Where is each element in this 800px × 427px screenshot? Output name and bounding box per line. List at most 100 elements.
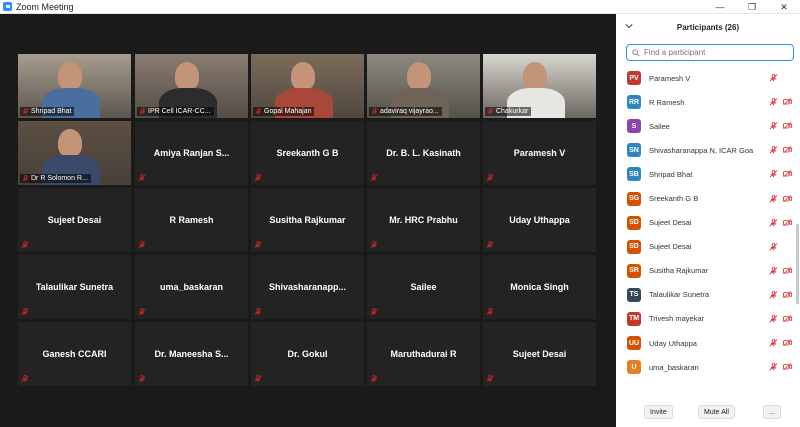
mic-muted-icon[interactable]	[769, 194, 778, 203]
mic-muted-icon	[371, 108, 378, 115]
participant-tile-name: Dr. Gokul	[287, 349, 328, 359]
participant-row[interactable]: UU Uday Uthappa	[616, 331, 800, 355]
participant-row[interactable]: Uuma_baskaran	[616, 355, 800, 379]
participant-video-figure	[523, 62, 547, 90]
participant-row[interactable]: SD Sujeet Desai	[616, 211, 800, 235]
panel-title: Participants (26)	[676, 22, 740, 32]
participant-status-icons	[769, 146, 792, 154]
participant-tile[interactable]: Sreekanth G B	[251, 121, 364, 185]
mic-muted-icon[interactable]	[769, 242, 778, 251]
scrollbar[interactable]	[796, 224, 799, 304]
participant-tile-name: Dr. Maneesha S...	[154, 349, 229, 359]
participant-tile[interactable]: Talaulikar Sunetra	[18, 255, 131, 319]
video-off-icon[interactable]	[783, 218, 792, 227]
participant-tile[interactable]: Amiya Ranjan S...	[135, 121, 248, 185]
close-button[interactable]: ✕	[768, 0, 800, 14]
video-tile-name: Shripad Bhat	[31, 108, 72, 115]
participant-tile[interactable]: Mr. HRC Prabhu	[367, 188, 480, 252]
participant-status-icons	[769, 290, 792, 299]
mic-muted-icon[interactable]	[769, 266, 778, 275]
video-off-icon[interactable]	[783, 339, 792, 347]
video-tile-label: Gopal Mahajan	[253, 107, 315, 116]
chevron-down-icon[interactable]	[625, 22, 633, 30]
participant-video-figure	[407, 62, 431, 90]
participant-row[interactable]: TS Talaulikar Sunetra	[616, 283, 800, 307]
video-off-icon[interactable]	[783, 170, 792, 178]
participant-tile[interactable]: uma_baskaran	[135, 255, 248, 319]
video-off-icon[interactable]	[783, 122, 792, 130]
participant-name: Susitha Rajkumar	[649, 266, 709, 276]
mic-muted-icon	[22, 108, 29, 115]
mute-all-button[interactable]: Mute All	[698, 405, 735, 419]
participant-row[interactable]: TM Trivesh mayekar	[616, 307, 800, 331]
video-off-icon[interactable]	[783, 266, 792, 275]
participant-tile[interactable]: Sujeet Desai	[18, 188, 131, 252]
participant-tile[interactable]: Dr. Gokul	[251, 322, 364, 386]
participant-tile[interactable]: Monica Singh	[483, 255, 596, 319]
participant-tile[interactable]: Shivasharanapp...	[251, 255, 364, 319]
mic-muted-icon[interactable]	[769, 170, 778, 178]
participant-tile[interactable]: Uday Uthappa	[483, 188, 596, 252]
video-off-icon[interactable]	[783, 363, 792, 371]
search-input[interactable]	[644, 48, 784, 57]
participant-tile-name: Dr. B. L. Kasinath	[386, 148, 461, 158]
video-off-icon[interactable]	[783, 315, 792, 323]
mic-muted-icon[interactable]	[769, 339, 778, 347]
mic-muted-icon[interactable]	[769, 122, 778, 130]
participant-tile[interactable]: Sailee	[367, 255, 480, 319]
mic-muted-icon[interactable]	[769, 290, 778, 299]
invite-button[interactable]: Invite	[644, 405, 673, 419]
avatar: U	[627, 360, 641, 375]
participant-tile[interactable]: Dr. Maneesha S...	[135, 322, 248, 386]
participant-video-figure	[291, 62, 315, 90]
mic-muted-icon[interactable]	[769, 218, 778, 227]
mic-muted-icon[interactable]	[769, 98, 778, 106]
participant-row[interactable]: SR Susitha Rajkumar	[616, 259, 800, 283]
participant-row[interactable]: PV Paramesh V	[616, 66, 800, 90]
window-controls: — ❐ ✕	[704, 0, 800, 14]
video-off-icon[interactable]	[783, 290, 792, 299]
video-tile[interactable]: Chakurkar	[483, 54, 596, 118]
participant-tile[interactable]: Dr. B. L. Kasinath	[367, 121, 480, 185]
participant-tile-name: Sujeet Desai	[47, 215, 102, 225]
mic-muted-icon[interactable]	[769, 146, 778, 154]
participant-tile-name: Talaulikar Sunetra	[35, 282, 114, 292]
participant-tile[interactable]: Maruthadurai R	[367, 322, 480, 386]
mic-muted-icon	[21, 375, 29, 383]
mic-muted-icon	[22, 175, 29, 182]
participant-row[interactable]: SD Sujeet Desai	[616, 235, 800, 259]
participant-status-icons	[769, 122, 792, 130]
mic-muted-icon	[255, 108, 262, 115]
video-tile[interactable]: Dr R Solomon R...	[18, 121, 131, 185]
maximize-button[interactable]: ❐	[736, 0, 768, 14]
video-off-icon[interactable]	[783, 194, 792, 203]
participant-tile[interactable]: Ganesh CCARI	[18, 322, 131, 386]
mic-muted-icon[interactable]	[769, 363, 778, 371]
more-options-button[interactable]: ...	[763, 405, 781, 419]
participant-row[interactable]: RR R Ramesh	[616, 90, 800, 114]
participant-tile[interactable]: Paramesh V	[483, 121, 596, 185]
participant-tile-name: Sailee	[410, 282, 437, 292]
video-tile[interactable]: Shripad Bhat	[18, 54, 131, 118]
participant-status-icons	[769, 218, 792, 227]
avatar: SN	[627, 143, 641, 158]
participant-row[interactable]: SN Shivasharanappa N, ICAR Goa	[616, 138, 800, 162]
avatar: SR	[627, 263, 641, 278]
mic-muted-icon[interactable]	[769, 314, 778, 323]
video-tile[interactable]: adaviraq vijayrao...	[367, 54, 480, 118]
video-tile[interactable]: Gopal Mahajan	[251, 54, 364, 118]
video-tile-name: adaviraq vijayrao...	[380, 108, 439, 115]
video-off-icon[interactable]	[783, 98, 792, 106]
video-off-icon[interactable]	[783, 146, 792, 154]
participant-tile[interactable]: Susitha Rajkumar	[251, 188, 364, 252]
mic-muted-icon[interactable]	[769, 74, 778, 82]
video-tile[interactable]: IPR Cell ICAR-CC...	[135, 54, 248, 118]
participant-tile[interactable]: R Ramesh	[135, 188, 248, 252]
minimize-button[interactable]: —	[704, 0, 736, 14]
participant-search[interactable]	[626, 44, 794, 61]
participant-tile[interactable]: Sujeet Desai	[483, 322, 596, 386]
participant-row[interactable]: SG Sreekanth G B	[616, 186, 800, 210]
participant-status-icons	[769, 363, 792, 371]
participant-row[interactable]: SB Shripad Bhat	[616, 162, 800, 186]
participant-row[interactable]: S Sailee	[616, 114, 800, 138]
